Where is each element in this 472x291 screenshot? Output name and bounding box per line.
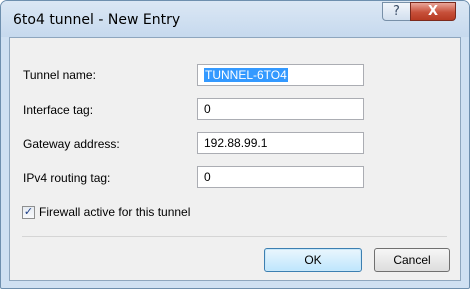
firewall-checkbox-label: Firewall active for this tunnel	[39, 205, 191, 219]
dialog-content: Tunnel name: TUNNEL-6TO4 Interface tag: …	[9, 37, 461, 281]
ipv4-routing-tag-label: IPv4 routing tag:	[23, 171, 111, 185]
cancel-button[interactable]: Cancel	[374, 248, 450, 272]
help-icon: ?	[393, 4, 400, 19]
tunnel-name-label: Tunnel name:	[23, 68, 96, 82]
gateway-address-value: 192.88.99.1	[204, 136, 268, 150]
interface-tag-value: 0	[204, 102, 211, 116]
tunnel-name-input[interactable]: TUNNEL-6TO4	[197, 64, 364, 86]
gateway-address-input[interactable]: 192.88.99.1	[197, 132, 364, 154]
tunnel-name-value: TUNNEL-6TO4	[204, 68, 288, 82]
close-button[interactable]: X	[410, 2, 456, 21]
close-icon: X	[427, 4, 439, 19]
window-title: 6to4 tunnel - New Entry	[13, 12, 181, 28]
firewall-checkbox-row[interactable]: ✓ Firewall active for this tunnel	[22, 205, 190, 219]
checkmark-icon: ✓	[23, 205, 34, 218]
title-bar[interactable]: 6to4 tunnel - New Entry ? X	[1, 1, 469, 37]
ok-button[interactable]: OK	[264, 248, 362, 272]
interface-tag-label: Interface tag:	[23, 103, 94, 117]
help-button[interactable]: ?	[382, 2, 411, 21]
ipv4-routing-tag-input[interactable]: 0	[197, 166, 364, 188]
ipv4-routing-tag-value: 0	[204, 170, 211, 184]
gateway-address-label: Gateway address:	[23, 137, 120, 151]
firewall-checkbox[interactable]: ✓	[22, 205, 35, 219]
divider	[22, 236, 447, 237]
interface-tag-input[interactable]: 0	[197, 98, 364, 120]
dialog-window: 6to4 tunnel - New Entry ? X Tunnel name:…	[0, 0, 470, 289]
